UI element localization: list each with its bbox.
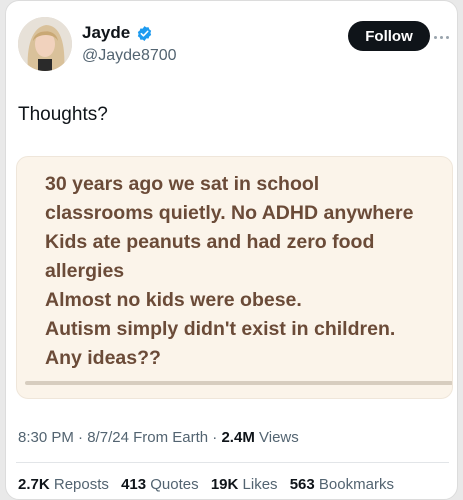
likes-stat[interactable]: 19K Likes <box>211 476 278 493</box>
image-divider-bar <box>25 381 452 385</box>
image-text-line: classrooms quietly. No ADHD anywhere <box>45 202 414 224</box>
tweet-text: Thoughts? <box>18 104 108 125</box>
image-text-line: 30 years ago we sat in school <box>45 173 320 195</box>
bookmarks-label: Bookmarks <box>318 476 394 493</box>
views-count: 2.4M <box>221 429 255 446</box>
tweet-time[interactable]: 8:30 PM <box>18 429 74 446</box>
image-text-block: 30 years ago we sat in school classrooms… <box>45 170 450 373</box>
more-options-icon[interactable] <box>434 27 454 47</box>
reposts-count: 2.7K <box>18 476 50 493</box>
verified-badge-icon <box>138 25 152 41</box>
quotes-count: 413 <box>121 476 147 493</box>
follow-button[interactable]: Follow <box>348 21 430 51</box>
likes-label: Likes <box>242 476 278 493</box>
bookmarks-stat[interactable]: 563 Bookmarks <box>290 476 394 493</box>
image-text-line: Autism simply didn't exist in children. <box>45 318 396 340</box>
meta-separator: · <box>78 429 88 446</box>
author-name-row: Jayde <box>82 23 153 43</box>
tweet-image[interactable]: 30 years ago we sat in school classrooms… <box>16 156 453 399</box>
image-text-line: Any ideas?? <box>45 347 161 369</box>
quotes-stat[interactable]: 413 Quotes <box>121 476 199 493</box>
image-text-line: Almost no kids were obese. <box>45 289 302 311</box>
views-label: Views <box>259 429 299 446</box>
divider <box>16 462 449 463</box>
bookmarks-count: 563 <box>289 476 315 493</box>
tweet-card: Jayde @Jayde8700 Follow Thoughts? 30 yea… <box>5 0 458 500</box>
avatar-photo <box>18 17 72 71</box>
reposts-label: Reposts <box>53 476 109 493</box>
avatar[interactable] <box>18 17 72 71</box>
quotes-label: Quotes <box>150 476 199 493</box>
likes-count: 19K <box>210 476 239 493</box>
engagement-stats: 2.7K Reposts 413 Quotes 19K Likes 563 Bo… <box>18 476 402 493</box>
tweet-date[interactable]: 8/7/24 <box>87 429 129 446</box>
tweet-source: From Earth <box>133 429 209 446</box>
author-handle[interactable]: @Jayde8700 <box>82 47 177 65</box>
reposts-stat[interactable]: 2.7K Reposts <box>18 476 109 493</box>
author-name[interactable]: Jayde <box>82 23 130 43</box>
image-text-line: allergies <box>45 260 125 282</box>
image-text-line: Kids ate peanuts and had zero food <box>45 231 375 253</box>
tweet-meta: 8:30 PM · 8/7/24 From Earth · 2.4M Views <box>18 429 299 446</box>
